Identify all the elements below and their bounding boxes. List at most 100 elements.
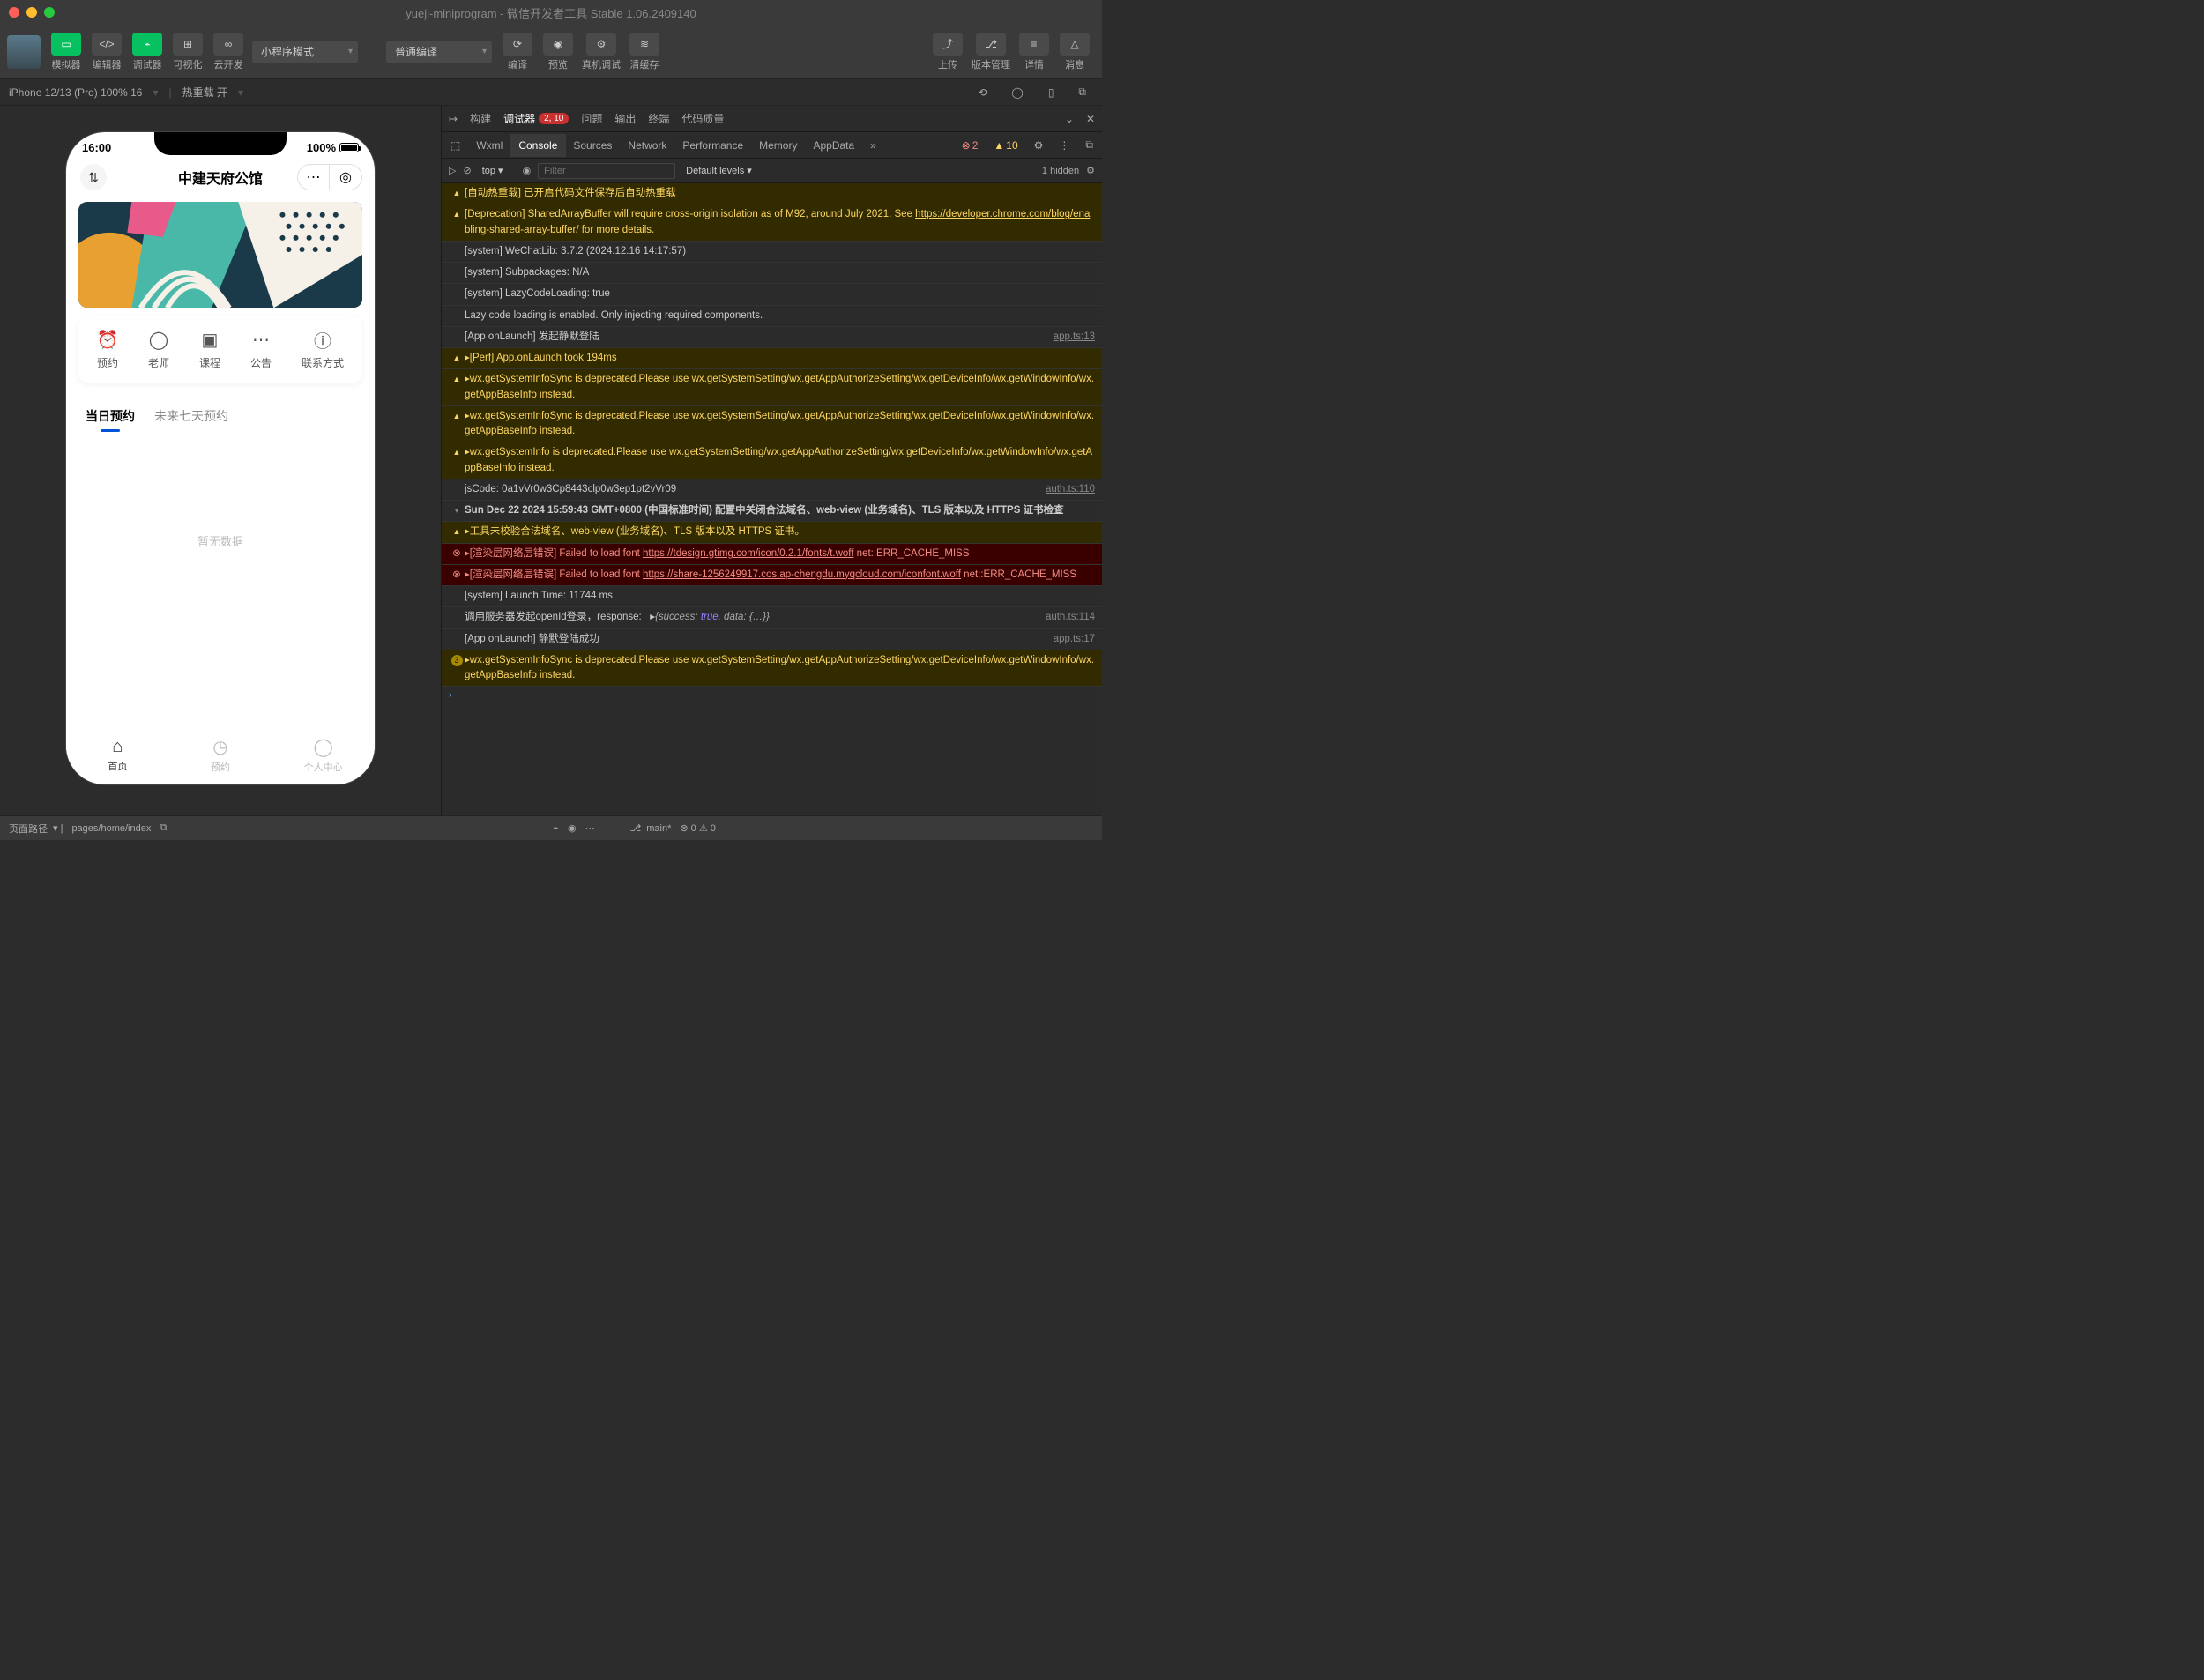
play-icon[interactable]: ▷ (449, 165, 456, 176)
hidden-count[interactable]: 1 hidden (1042, 166, 1079, 176)
compile-dropdown[interactable]: 普通编译 (386, 41, 492, 63)
copy-path-icon[interactable]: ⧉ (160, 822, 167, 834)
console-log-row[interactable]: [system] Launch Time: 11744 ms (442, 586, 1102, 607)
cloud-toggle[interactable]: ∞ 云开发 (210, 33, 247, 71)
console-log-row[interactable]: [system] LazyCodeLoading: true (442, 284, 1102, 305)
chevron-down-icon[interactable]: ⌄ (1065, 113, 1074, 125)
preview-button[interactable]: ◉ 预览 (538, 33, 578, 71)
user-avatar[interactable] (7, 35, 41, 69)
console-log-row[interactable]: ▸[Perf] App.onLaunch took 194ms (442, 348, 1102, 369)
console-log-row[interactable]: Sun Dec 22 2024 15:59:43 GMT+0800 (中国标准时… (442, 501, 1102, 522)
git-sync[interactable]: ⊗ 0 ⚠ 0 (680, 822, 715, 834)
tab-week[interactable]: 未来七天预约 (154, 407, 228, 430)
console-log-row[interactable]: ▸wx.getSystemInfoSync is deprecated.Plea… (442, 406, 1102, 443)
capsule-menu-button[interactable]: ⋯ (298, 165, 330, 190)
console-log-row[interactable]: ▸[渲染层网络层错误] Failed to load font https://… (442, 565, 1102, 586)
tabbar-reserve[interactable]: ◷ 预约 (169, 725, 272, 784)
warning-count[interactable]: ▲ 10 (994, 139, 1017, 152)
maximize-window-button[interactable] (44, 7, 55, 18)
dock-icon[interactable]: ⧉ (1085, 138, 1093, 152)
menu-teacher[interactable]: ◯ 老师 (148, 329, 169, 370)
mode-dropdown[interactable]: 小程序模式 (252, 41, 358, 63)
notifications-button[interactable]: △ 消息 (1054, 33, 1095, 71)
version-button[interactable]: ⎇ 版本管理 (968, 33, 1014, 71)
log-link[interactable]: https://developer.chrome.com/blog/enabli… (465, 209, 1090, 234)
console-log-row[interactable]: [system] Subpackages: N/A (442, 263, 1102, 284)
eye-status-icon[interactable]: ◉ (568, 822, 577, 834)
debugger-toggle[interactable]: ⌁ 调试器 (129, 33, 166, 71)
stop-icon[interactable]: ◯ (1011, 86, 1023, 99)
panel-wxml[interactable]: Wxml (476, 134, 503, 157)
levels-selector[interactable]: Default levels ▾ (682, 163, 764, 178)
tab-build[interactable]: 构建 (470, 111, 491, 126)
panel-appdata[interactable]: AppData (813, 134, 854, 157)
menu-reserve[interactable]: ⏰ 预约 (97, 329, 118, 370)
capsule-close-button[interactable]: ◎ (330, 165, 361, 190)
menu-course[interactable]: ▣ 课程 (199, 329, 220, 370)
minimize-window-button[interactable] (26, 7, 37, 18)
console-log-row[interactable]: ▸wx.getSystemInfoSync is deprecated.Plea… (442, 369, 1102, 406)
console-prompt[interactable] (442, 687, 1102, 706)
console-log-row[interactable]: 调用服务器发起openId登录，response: ▸{success: tru… (442, 607, 1102, 628)
tab-today[interactable]: 当日预约 (86, 407, 135, 430)
more-status-icon[interactable]: ⋯ (585, 822, 595, 834)
clear-console-icon[interactable]: ⊘ (463, 165, 471, 176)
filter-input[interactable] (538, 163, 675, 179)
details-button[interactable]: ≡ 详情 (1014, 33, 1054, 71)
console-log-row[interactable]: [system] WeChatLib: 3.7.2 (2024.12.16 14… (442, 242, 1102, 263)
log-source-link[interactable]: app.ts:17 (1046, 632, 1095, 647)
panel-performance[interactable]: Performance (682, 134, 743, 157)
tabbar-profile[interactable]: ◯ 个人中心 (272, 725, 375, 784)
panel-sources[interactable]: Sources (573, 134, 612, 157)
console-log-row[interactable]: [App onLaunch] 发起静默登陆app.ts:13 (442, 327, 1102, 348)
eye-icon[interactable]: ◉ (523, 165, 532, 176)
editor-toggle[interactable]: </> 编辑器 (88, 33, 125, 71)
log-source-link[interactable]: app.ts:13 (1046, 330, 1095, 345)
clear-cache-button[interactable]: ≋ 清缓存 (624, 33, 665, 71)
more-panels-icon[interactable]: » (870, 139, 876, 152)
console-log-row[interactable]: ▸工具未校验合法域名、web-view (业务域名)、TLS 版本以及 HTTP… (442, 522, 1102, 543)
gear-icon[interactable]: ⚙ (1034, 139, 1044, 152)
tab-terminal[interactable]: 终端 (648, 111, 669, 126)
log-link[interactable]: https://tdesign.gtimg.com/icon/0.2.1/fon… (643, 548, 854, 559)
device-icon[interactable]: ▯ (1048, 86, 1054, 99)
panel-console[interactable]: Console (510, 134, 566, 157)
console-log-row[interactable]: ▸[渲染层网络层错误] Failed to load font https://… (442, 544, 1102, 565)
close-window-button[interactable] (9, 7, 19, 18)
close-icon[interactable]: ✕ (1086, 113, 1095, 125)
console-log-row[interactable]: Lazy code loading is enabled. Only injec… (442, 306, 1102, 327)
toggle-panel-icon[interactable]: ↦ (449, 113, 458, 125)
context-selector[interactable]: top ▾ (479, 163, 516, 178)
remote-debug-button[interactable]: ⚙ 真机调试 (578, 33, 624, 71)
visualize-toggle[interactable]: ⊞ 可视化 (169, 33, 206, 71)
menu-contact[interactable]: ⓘ 联系方式 (302, 329, 344, 370)
rotate-icon[interactable]: ⟲ (978, 86, 987, 99)
upload-button[interactable]: ⤴ 上传 (927, 33, 968, 71)
console-log-row[interactable]: ▸wx.getSystemInfoSync is deprecated.Plea… (442, 650, 1102, 688)
bug-status-icon[interactable]: ⌁ (553, 822, 559, 834)
console-log-row[interactable]: ▸wx.getSystemInfo is deprecated.Please u… (442, 442, 1102, 479)
console-output[interactable]: [自动热重载] 已开启代码文件保存后自动热重载[Deprecation] Sha… (442, 183, 1102, 815)
log-source-link[interactable]: auth.ts:114 (1039, 610, 1095, 625)
copy-icon[interactable]: ⧉ (1078, 85, 1086, 99)
page-path[interactable]: pages/home/index (71, 823, 151, 834)
kebab-icon[interactable]: ⋮ (1059, 139, 1069, 152)
banner-image[interactable] (78, 202, 362, 308)
tab-debugger[interactable]: 调试器 2, 10 (503, 111, 569, 126)
device-selector[interactable]: iPhone 12/13 (Pro) 100% 16 (9, 86, 142, 99)
gear-icon[interactable]: ⚙ (1086, 165, 1095, 176)
log-source-link[interactable]: auth.ts:110 (1039, 482, 1095, 497)
console-log-row[interactable]: [App onLaunch] 静默登陆成功app.ts:17 (442, 629, 1102, 650)
tab-code-quality[interactable]: 代码质量 (681, 111, 724, 126)
hotreload-toggle[interactable]: 热重载 开 (182, 85, 227, 100)
tabbar-home[interactable]: ⌂ 首页 (66, 725, 169, 784)
compile-button[interactable]: ⟳ 编译 (497, 33, 538, 71)
panel-memory[interactable]: Memory (759, 134, 797, 157)
inspect-icon[interactable]: ⬚ (450, 139, 460, 152)
git-branch[interactable]: ⎇ main* (630, 822, 672, 834)
panel-network[interactable]: Network (628, 134, 666, 157)
tab-output[interactable]: 输出 (614, 111, 636, 126)
log-link[interactable]: https://share-1256249917.cos.ap-chengdu.… (643, 569, 961, 580)
menu-notice[interactable]: ⋯ 公告 (250, 329, 272, 370)
console-log-row[interactable]: jsCode: 0a1vVr0w3Cp8443clp0w3ep1pt2vVr09… (442, 479, 1102, 501)
